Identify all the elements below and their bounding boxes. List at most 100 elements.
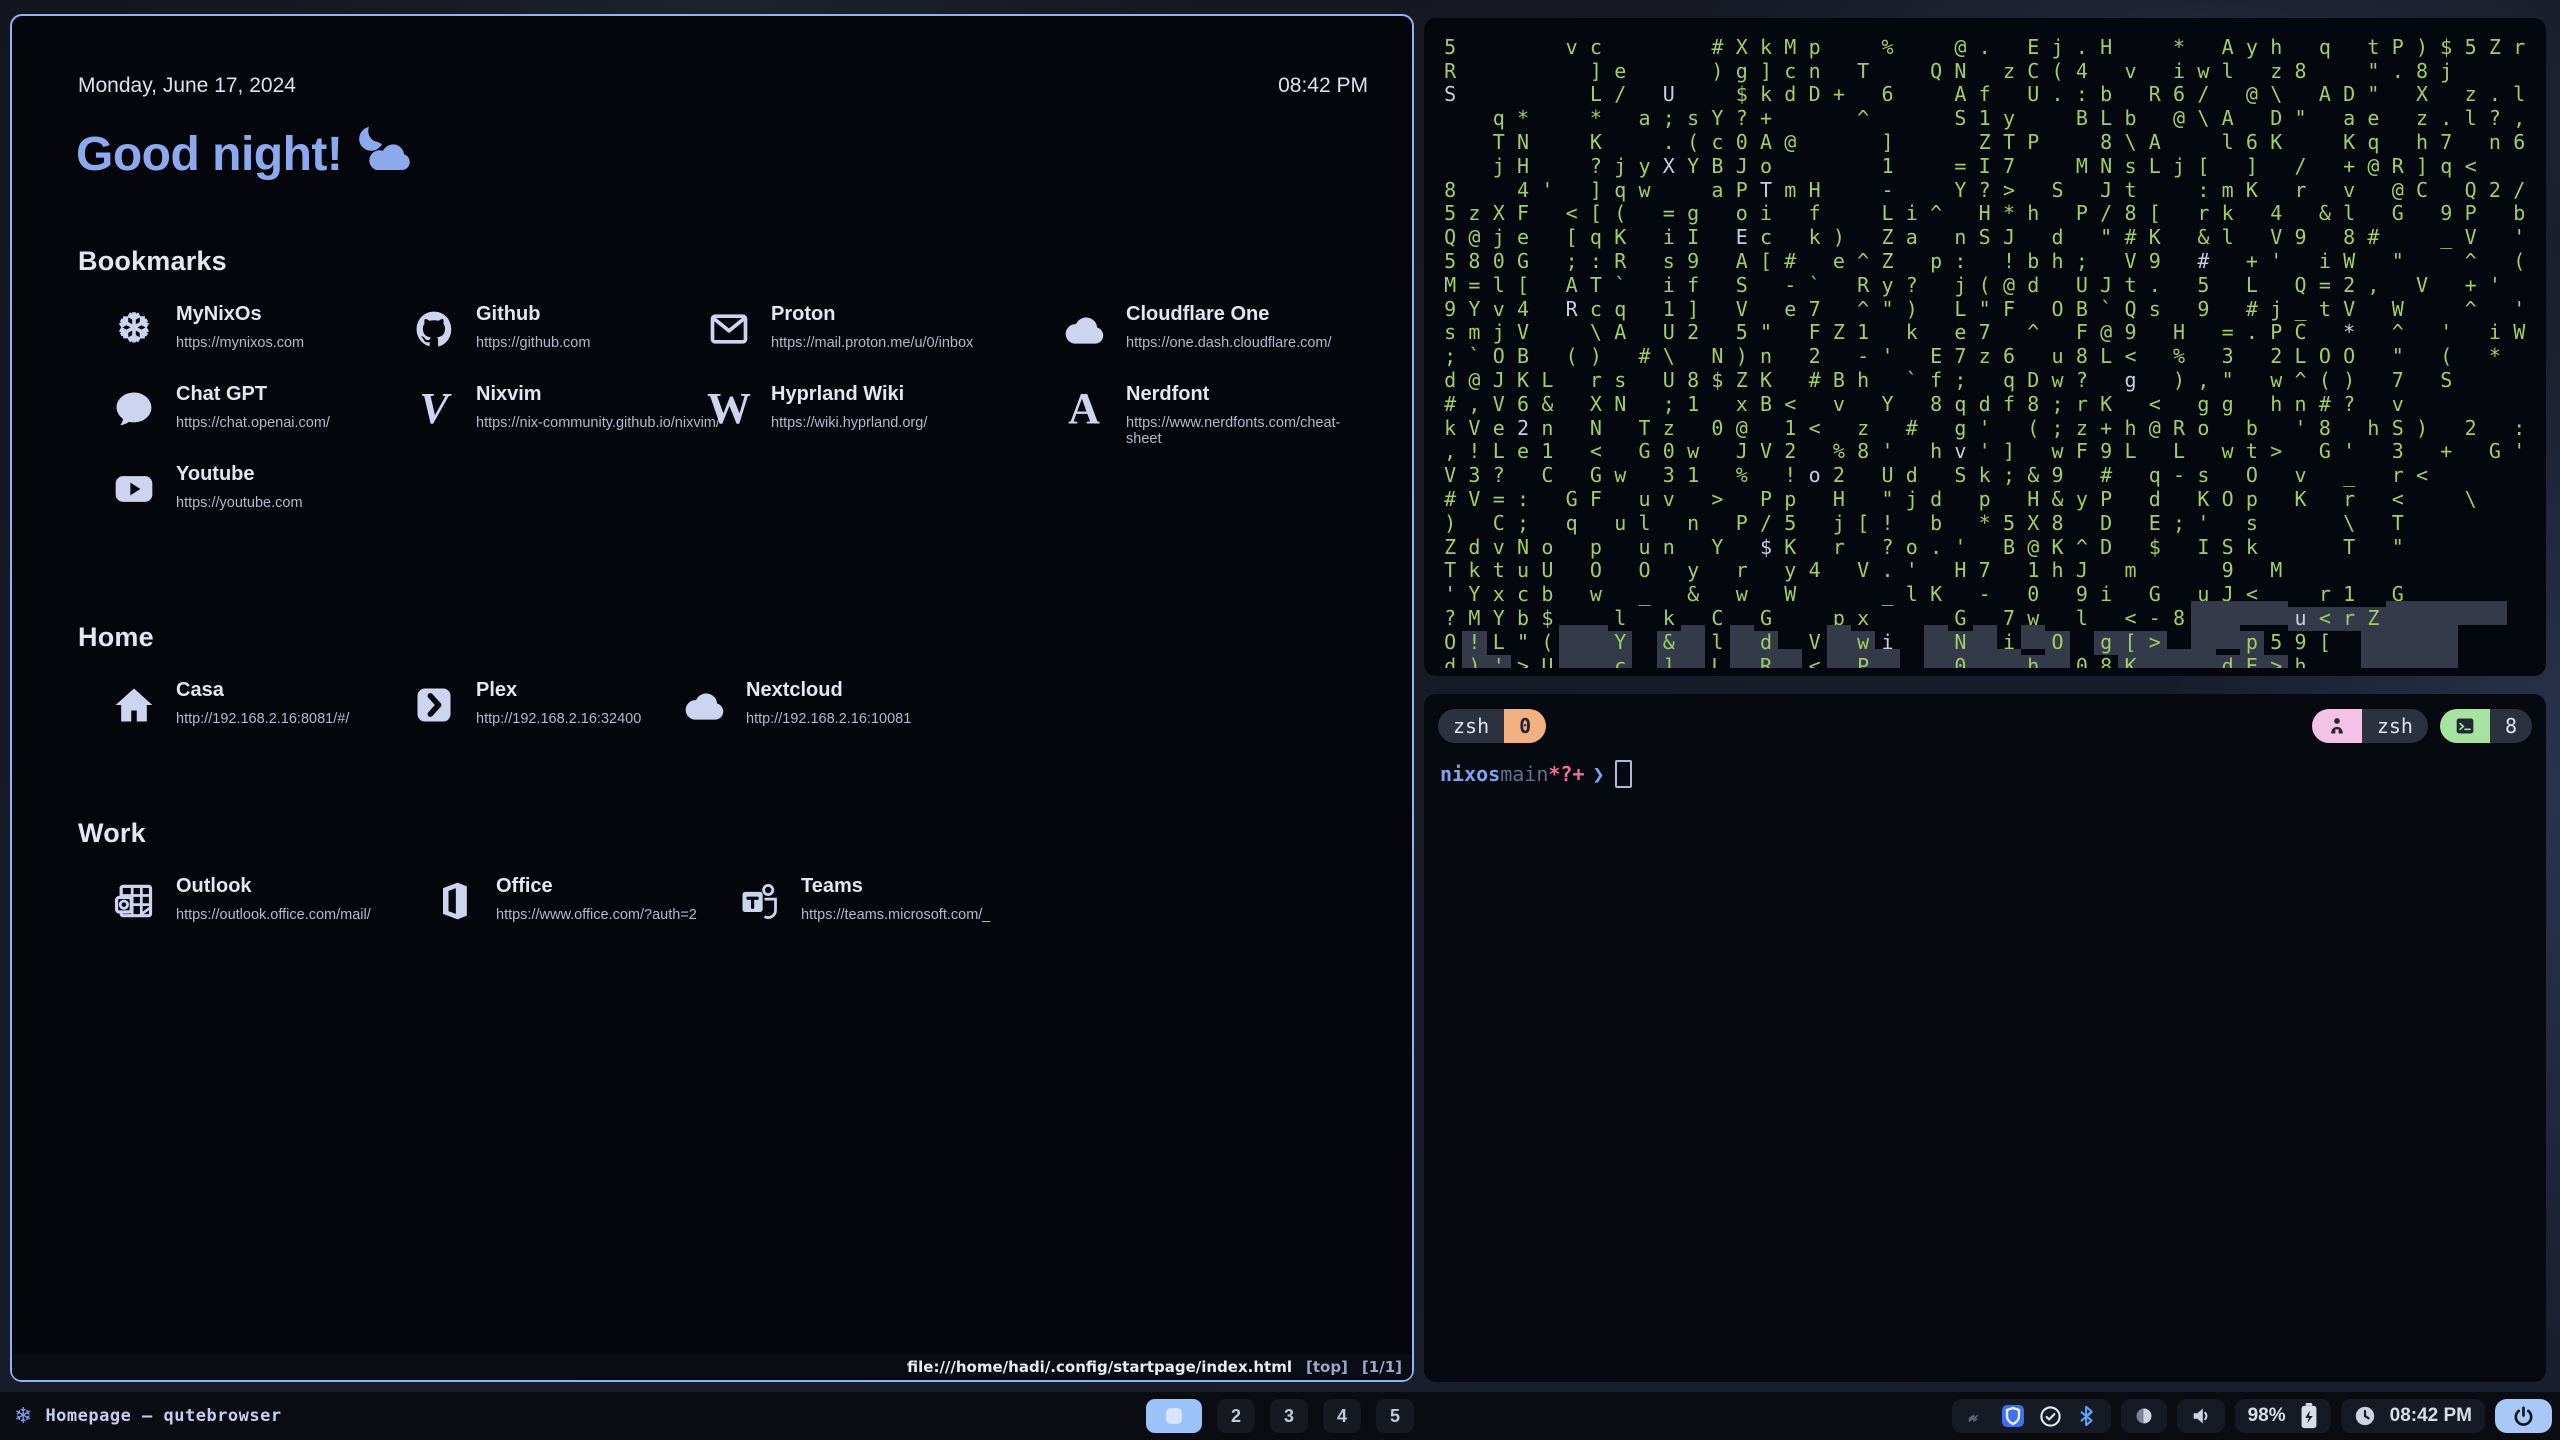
matrix-row: q* * a;sY?+ ^ S1y BLb @\A D" ae z.l?,	[1438, 101, 2538, 125]
workspace-3[interactable]: 3	[1270, 1399, 1308, 1433]
bookmark-nextcloud[interactable]: Nextcloud http://192.168.2.16:10081	[678, 679, 911, 731]
section-home: Home Casa http://192.168.2.16:8081/#/ Pl…	[78, 622, 1368, 749]
tmux-right-label: zsh	[2362, 709, 2428, 743]
kdeconnect-icon[interactable]	[1965, 1405, 1987, 1427]
bookmark-hyprland-wiki[interactable]: W Hyprland Wiki https://wiki.hyprland.or…	[703, 383, 927, 435]
bookmark-url: https://outlook.office.com/mail/	[176, 907, 371, 923]
teams-icon	[733, 875, 785, 927]
house-icon	[108, 679, 160, 731]
active-window-title: Homepage — qutebrowser	[45, 1406, 281, 1426]
bookmark-outlook[interactable]: Outlook https://outlook.office.com/mail/	[108, 875, 371, 927]
clock-widget[interactable]: 08:42 PM	[2341, 1399, 2485, 1433]
tmux-status-right: zsh 8	[2312, 709, 2532, 743]
cloud-icon	[1058, 303, 1110, 355]
terminal-shell-window[interactable]: zsh 0 zsh 8 nixos main *?+ ❯	[1424, 694, 2546, 1382]
taskbar: ❄ Homepage — qutebrowser 2345 98% 08:42 …	[0, 1392, 2560, 1440]
bookmark-name: Plex	[476, 679, 641, 702]
bookmark-office[interactable]: Office https://www.office.com/?auth=2	[428, 875, 697, 927]
matrix-row: 5zXF <[( =g oi f Li^ H*h P/8[ rk 4 &l G …	[1438, 197, 2538, 221]
matrix-row: ;`OB () #\ N)n 2 -' E7z6 u8L< % 3 2LOO "…	[1438, 339, 2538, 363]
greeting-text: Good night!	[76, 127, 342, 182]
youtube-icon	[108, 463, 160, 515]
bookmark-name: Youtube	[176, 463, 303, 486]
terminal-cmatrix-window: 5 vc #XkMp % @. Ej.H * Ayh q tP)$5ZrR ]e…	[1424, 18, 2546, 676]
nix-flake-icon: ❄	[14, 1404, 32, 1429]
cloud-icon	[678, 679, 730, 731]
prompt-git-status: *?+	[1548, 762, 1584, 786]
bookmark-url: http://192.168.2.16:10081	[746, 711, 911, 727]
bookmark-url: https://teams.microsoft.com/_	[801, 907, 990, 923]
shield-icon[interactable]	[2001, 1404, 2025, 1428]
matrix-row: ) C; q ul n P/5 j[! b *5X8 D E;' s \ T	[1438, 506, 2538, 530]
bookmark-name: Casa	[176, 679, 349, 702]
matrix-row: #,V6& XN ;1 xB< v Y 8qdf8;rK < gg hn#? v	[1438, 387, 2538, 411]
bookmark-name: Teams	[801, 875, 990, 898]
bookmark-nixvim[interactable]: V Nixvim https://nix-community.github.io…	[408, 383, 720, 435]
workspace-2[interactable]: 2	[1217, 1399, 1255, 1433]
matrix-row: TktuU O O y r y4 V.' H7 1hJ m 9 M	[1438, 554, 2538, 578]
bluetooth-icon[interactable]	[2076, 1405, 2098, 1427]
bookmark-chat-gpt[interactable]: Chat GPT https://chat.openai.com/	[108, 383, 330, 435]
matrix-row: 5 vc #XkMp % @. Ej.H * Ayh q tP)$5Zr	[1438, 30, 2538, 54]
battery-indicator[interactable]: 98%	[2235, 1399, 2331, 1433]
bookmark-url: https://nix-community.github.io/nixvim/	[476, 415, 720, 431]
prompt-git-branch: main	[1500, 762, 1548, 786]
matrix-row: 'Yxcb w _ & w W _lK - 0 9i G uJ< r1 G	[1438, 577, 2538, 601]
matrix-row: 9Yv4 Rcq 1] V e7 ^") L"F OB`Qs 9 #j_tV W…	[1438, 292, 2538, 316]
power-button[interactable]	[2495, 1399, 2552, 1433]
bookmark-name: Nextcloud	[746, 679, 911, 702]
vim-v-icon: V	[408, 383, 460, 435]
bookmark-name: MyNixOs	[176, 303, 304, 326]
greeting: Good night!	[76, 126, 410, 182]
qutebrowser-statusbar: file:///home/hadi/.config/startpage/inde…	[12, 1354, 1412, 1380]
statusbar-tab-indicator: [1/1]	[1362, 1358, 1402, 1376]
matrix-row: jH ?jyXYBJo 1 =I7 MNsLj[ ] / +@R]q<	[1438, 149, 2538, 173]
bookmark-name: Cloudflare One	[1126, 303, 1332, 326]
bookmark-cloudflare-one[interactable]: Cloudflare One https://one.dash.cloudfla…	[1058, 303, 1332, 355]
workspace-1[interactable]	[1146, 1399, 1202, 1433]
terminal-cursor	[1615, 760, 1632, 788]
bookmark-url: http://192.168.2.16:32400	[476, 711, 641, 727]
workspace-switcher: 2345	[1146, 1399, 1414, 1433]
bookmark-name: Hyprland Wiki	[771, 383, 927, 406]
bookmark-plex[interactable]: Plex http://192.168.2.16:32400	[408, 679, 641, 731]
bookmark-mynixos[interactable]: ❆ MyNixOs https://mynixos.com	[108, 303, 304, 355]
night-light-toggle[interactable]	[2121, 1399, 2167, 1433]
bookmark-youtube[interactable]: Youtube https://youtube.com	[108, 463, 303, 515]
matrix-row: kVe2n N Tz 0@ 1< z # g' (;z+h@Ro b '8 hS…	[1438, 411, 2538, 435]
bookmark-name: Nerdfont	[1126, 383, 1368, 406]
shell-prompt[interactable]: nixos main *?+ ❯	[1440, 760, 1632, 788]
bookmark-name: Chat GPT	[176, 383, 330, 406]
volume-icon	[2190, 1405, 2212, 1427]
mail-icon	[703, 303, 755, 355]
tmux-status-bar: zsh 0 zsh 8	[1438, 708, 2532, 744]
matrix-row: 8 4' ]qw aPTmH - Y?> S Jt :mK r v @C Q2/	[1438, 173, 2538, 197]
outlook-icon	[108, 875, 160, 927]
moon-cloud-icon	[356, 126, 410, 182]
bookmark-nerdfont[interactable]: A Nerdfont https://www.nerdfonts.com/che…	[1058, 383, 1368, 447]
tmux-window-pill[interactable]: zsh 0	[1438, 709, 1546, 743]
tmux-right-pill-8: 8	[2440, 709, 2532, 743]
bookmark-url: http://192.168.2.16:8081/#/	[176, 711, 349, 727]
clock-time: 08:42 PM	[2390, 1405, 2472, 1427]
bookmark-proton[interactable]: Proton https://mail.proton.me/u/0/inbox	[703, 303, 973, 355]
power-icon	[2512, 1405, 2535, 1428]
bookmark-url: https://www.office.com/?auth=2	[496, 907, 697, 923]
matrix-row: ,!Le1 < G0w JV2 %8' hv'] wF9L L wt> G' 3…	[1438, 435, 2538, 459]
statusbar-scroll-indicator: [top]	[1306, 1358, 1348, 1376]
bookmark-casa[interactable]: Casa http://192.168.2.16:8081/#/	[108, 679, 349, 731]
bookmark-name: Outlook	[176, 875, 371, 898]
qutebrowser-window: Monday, June 17, 2024 08:42 PM Good nigh…	[10, 14, 1414, 1382]
tmux-window-index: 0	[1504, 709, 1546, 743]
workspace-5[interactable]: 5	[1376, 1399, 1414, 1433]
volume-control[interactable]	[2177, 1399, 2225, 1433]
battery-charging-icon	[2300, 1403, 2318, 1429]
bookmark-github[interactable]: Github https://github.com	[408, 303, 590, 355]
section-work: Work Outlook https://outlook.office.com/…	[78, 818, 1368, 945]
tmux-right-label: 8	[2490, 709, 2532, 743]
startpage-date: Monday, June 17, 2024	[78, 74, 296, 98]
check-circle-icon[interactable]	[2039, 1405, 2062, 1428]
workspace-4[interactable]: 4	[1323, 1399, 1361, 1433]
bookmark-name: Github	[476, 303, 590, 326]
bookmark-teams[interactable]: Teams https://teams.microsoft.com/_	[733, 875, 990, 927]
